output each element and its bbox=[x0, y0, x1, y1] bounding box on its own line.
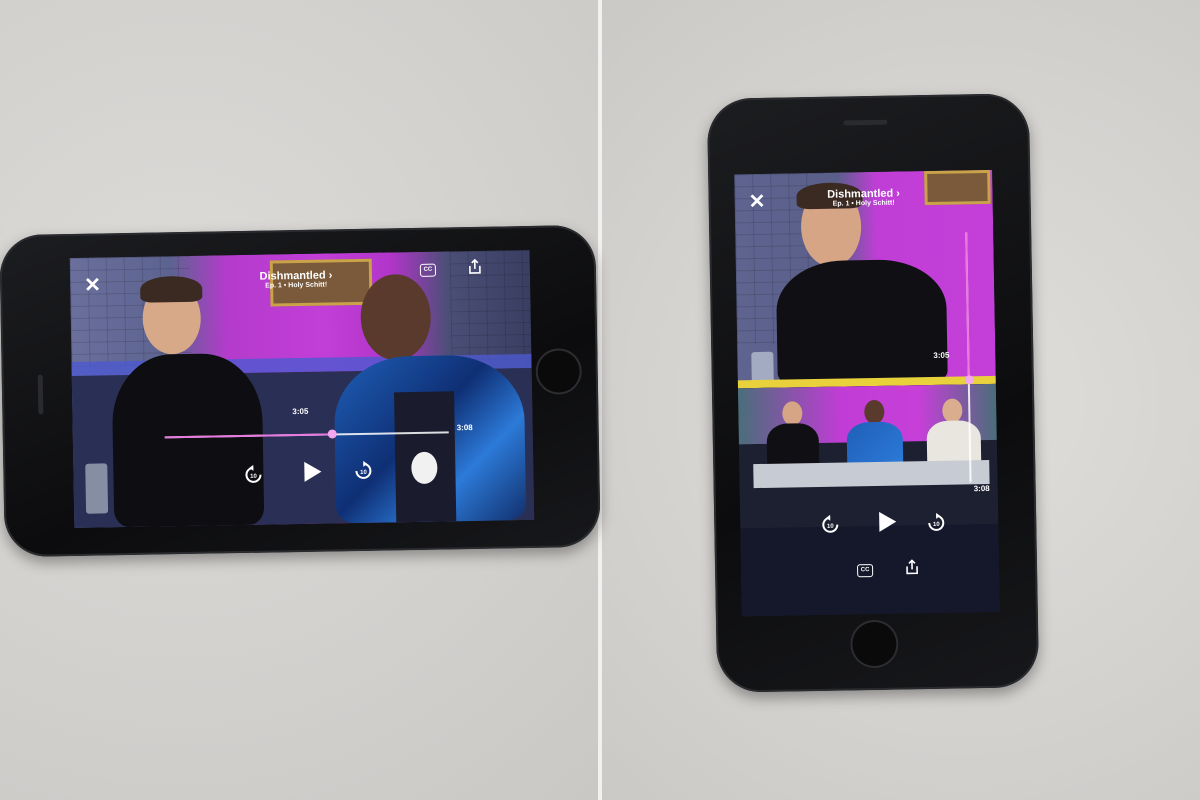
current-time: 3:05 bbox=[292, 406, 309, 417]
home-button[interactable] bbox=[849, 619, 899, 669]
host-left-shirt bbox=[111, 352, 265, 528]
host-left-hair bbox=[139, 275, 203, 303]
svg-text:10: 10 bbox=[827, 524, 834, 530]
share-icon[interactable] bbox=[905, 559, 919, 575]
closed-captions-icon[interactable]: CC bbox=[856, 564, 874, 578]
close-icon[interactable]: ✕ bbox=[84, 274, 101, 296]
svg-text:10: 10 bbox=[360, 470, 367, 476]
guest-3-sweater bbox=[926, 420, 982, 466]
current-time: 3:05 bbox=[933, 350, 950, 360]
skip-forward-10-icon[interactable]: 10 bbox=[926, 512, 946, 533]
landscape-phone: ✕ Dishmantled › Ep. 1 • Holy Schitt! CC … bbox=[0, 224, 601, 558]
landscape-video-screen[interactable]: ✕ Dishmantled › Ep. 1 • Holy Schitt! CC … bbox=[69, 249, 535, 528]
portrait-video-screen[interactable]: ✕ Dishmantled › Ep. 1 • Holy Schitt! 3:0… bbox=[734, 169, 1000, 617]
earpiece bbox=[37, 374, 44, 415]
guest-2-jacket bbox=[846, 421, 904, 467]
earpiece bbox=[843, 119, 888, 126]
title-block[interactable]: Dishmantled › Ep. 1 • Holy Schitt! bbox=[248, 269, 344, 290]
play-icon[interactable] bbox=[876, 510, 898, 534]
video-frame-bottom bbox=[737, 383, 1000, 617]
video-frame bbox=[69, 249, 535, 528]
skip-back-10-icon[interactable]: 10 bbox=[243, 464, 263, 485]
closed-captions-icon[interactable]: CC bbox=[419, 263, 437, 277]
svg-text:10: 10 bbox=[933, 522, 940, 528]
home-button[interactable] bbox=[535, 348, 583, 395]
close-icon[interactable]: ✕ bbox=[748, 191, 765, 213]
skip-forward-10-icon[interactable]: 10 bbox=[353, 460, 373, 481]
guest-1-body bbox=[766, 422, 820, 468]
play-icon[interactable] bbox=[301, 460, 323, 484]
total-time: 3:08 bbox=[973, 483, 990, 494]
share-icon[interactable] bbox=[468, 258, 482, 275]
title-block[interactable]: Dishmantled › Ep. 1 • Holy Schitt! bbox=[808, 187, 918, 208]
water-glass bbox=[85, 463, 109, 514]
skip-back-10-icon[interactable]: 10 bbox=[820, 514, 840, 535]
wall-painting bbox=[924, 169, 991, 206]
host-shirt bbox=[775, 258, 948, 386]
total-time: 3:08 bbox=[456, 422, 473, 433]
brick-wall-right bbox=[449, 249, 532, 362]
show-title: Dishmantled › bbox=[259, 269, 333, 283]
judges-table bbox=[753, 459, 990, 489]
svg-text:10: 10 bbox=[250, 474, 257, 480]
host-right-head bbox=[359, 273, 432, 361]
portrait-phone: ✕ Dishmantled › Ep. 1 • Holy Schitt! 3:0… bbox=[706, 93, 1040, 693]
